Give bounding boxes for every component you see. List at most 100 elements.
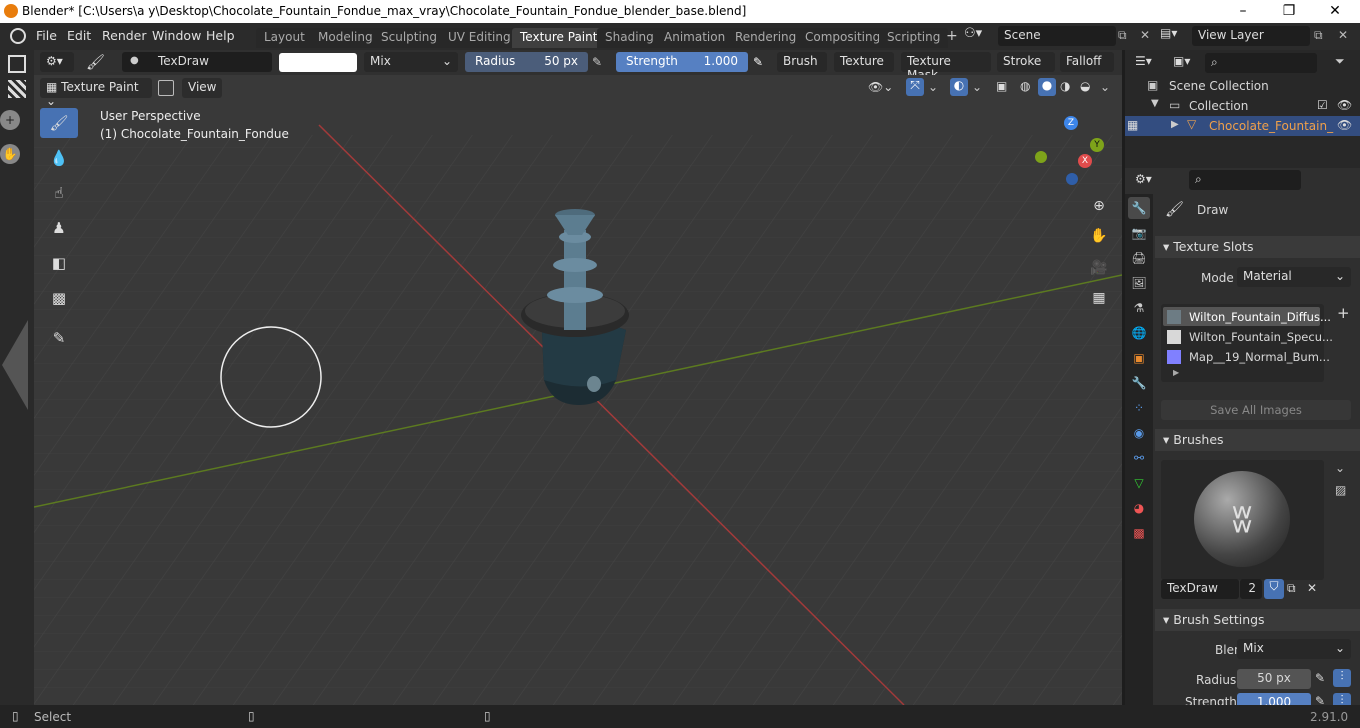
gizmo-toggle-icon[interactable]: ⤧ — [906, 78, 924, 96]
save-all-images-button[interactable]: Save All Images — [1161, 400, 1351, 420]
new-view-layer-icon[interactable]: ⧉ — [1314, 28, 1323, 43]
fake-user-icon[interactable]: ⛉ — [1264, 579, 1284, 599]
tab-animation[interactable]: Animation — [656, 28, 734, 48]
add-slot-icon[interactable]: + — [1337, 304, 1350, 322]
gizmo-neg-y[interactable] — [1035, 151, 1047, 163]
texture-mask-menu[interactable]: Texture Mask ⌄ — [901, 52, 991, 82]
tab-compositing[interactable]: Compositing — [797, 28, 889, 48]
clone-tool-icon[interactable]: ♟ — [40, 213, 78, 243]
tab-sculpting[interactable]: Sculpting — [373, 28, 446, 48]
tab-scripting[interactable]: Scripting — [879, 28, 949, 48]
strength-pressure-icon[interactable]: ✎ — [753, 55, 763, 69]
duplicate-brush-icon[interactable]: ⧉ — [1287, 581, 1296, 596]
shading-dropdown-icon[interactable]: ⌄ — [1100, 80, 1110, 94]
mode-icon[interactable] — [8, 55, 26, 73]
scene-tab-icon[interactable]: ⚗ — [1128, 297, 1150, 319]
material-tab-icon[interactable]: ◕ — [1128, 497, 1150, 519]
outliner-row-object[interactable]: ▦ ▶ ▽ Chocolate_Fountain_ 👁 — [1125, 116, 1360, 136]
brushes-panel-header[interactable]: ▾ Brushes — [1155, 429, 1360, 451]
radius-pressure-icon[interactable]: ✎ — [592, 55, 602, 69]
strength-slider[interactable]: Strength 1.000 — [616, 52, 748, 72]
add-icon[interactable]: + — [0, 110, 20, 130]
navigation-gizmo[interactable]: Z Y X — [1024, 113, 1114, 193]
slot-item-diffuse[interactable]: Wilton_Fountain_Diffus... — [1163, 307, 1331, 326]
view-layer-tab-icon[interactable]: 🖼 — [1128, 272, 1150, 294]
texture-tab-icon[interactable]: ▩ — [1128, 522, 1150, 544]
menu-window[interactable]: Window — [152, 28, 201, 43]
radius-unit-icon[interactable]: ⫶ — [1333, 669, 1351, 687]
stroke-menu[interactable]: Stroke ⌄ — [997, 52, 1055, 82]
view-menu[interactable]: View — [182, 78, 222, 98]
checker-icon[interactable] — [8, 80, 26, 98]
texture-slot-list[interactable]: Wilton_Fountain_Diffus... Wilton_Fountai… — [1161, 304, 1333, 382]
data-tab-icon[interactable]: ▽ — [1128, 472, 1150, 494]
render-tab-icon[interactable]: 📷 — [1128, 222, 1150, 244]
modifier-tab-icon[interactable]: 🔧 — [1128, 372, 1150, 394]
hand-icon[interactable]: ✋ — [0, 144, 20, 164]
tool-settings-dropdown[interactable]: ⚙▾ — [40, 52, 74, 72]
object-expand-icon[interactable]: ▶ — [1171, 119, 1179, 130]
particles-tab-icon[interactable]: ⁘ — [1128, 397, 1150, 419]
radius-slider[interactable]: Radius 50 px — [465, 52, 588, 72]
slot-mode-dropdown[interactable]: Material ⌄ — [1237, 267, 1351, 287]
brush-list-expand-icon[interactable]: ⌄ — [1335, 461, 1345, 475]
slot-item-specular[interactable]: Wilton_Fountain_Specu... — [1163, 327, 1333, 346]
xray-icon[interactable]: ▣ — [996, 79, 1007, 93]
world-tab-icon[interactable]: 🌐 — [1128, 322, 1150, 344]
falloff-menu[interactable]: Falloff ⌄ — [1060, 52, 1114, 82]
tab-shading[interactable]: Shading — [597, 28, 662, 48]
minimize-icon[interactable]: – — [1220, 0, 1266, 23]
output-tab-icon[interactable]: 🖨 — [1128, 247, 1150, 269]
rendered-shading-icon[interactable]: ◒ — [1080, 79, 1090, 93]
remove-view-layer-icon[interactable]: ✕ — [1338, 28, 1348, 42]
brush-menu[interactable]: Brush ⌄ — [777, 52, 827, 82]
mode-dropdown[interactable]: ▦ Texture Paint ⌄ — [40, 78, 152, 108]
brush-preview[interactable]: ʬ — [1161, 460, 1324, 580]
tab-uv-editing[interactable]: UV Editing — [440, 28, 519, 48]
collection-checkbox-icon[interactable]: ☑ — [1317, 98, 1328, 112]
add-workspace-icon[interactable]: + — [946, 28, 958, 44]
visibility-icon[interactable]: 👁⌄ — [868, 80, 893, 94]
material-shading-icon[interactable]: ◑ — [1060, 79, 1070, 93]
new-scene-icon[interactable]: ⧉ — [1118, 28, 1127, 43]
tab-modeling[interactable]: Modeling — [310, 28, 381, 48]
list-expand-icon[interactable]: ▶ — [1173, 368, 1179, 377]
tool-tab-icon[interactable]: 🔧 — [1128, 197, 1150, 219]
collection-eye-icon[interactable]: 👁 — [1337, 98, 1352, 112]
zoom-icon[interactable]: ⊕ — [1086, 193, 1112, 219]
texture-paint-mode-icon[interactable]: ▦ — [1127, 118, 1138, 132]
filter-icon[interactable]: ⏷ — [1335, 54, 1345, 69]
collapse-region-icon[interactable] — [2, 320, 28, 410]
brush-blend-dropdown[interactable]: Mix ⌄ — [1237, 639, 1351, 659]
perspective-toggle-icon[interactable]: ▦ — [1086, 285, 1112, 311]
tab-layout[interactable]: Layout — [256, 28, 313, 48]
brush-name-field[interactable]: TexDraw — [1161, 579, 1239, 599]
brush-radius-field[interactable]: 50 px — [1237, 669, 1311, 689]
brush-color-swatch[interactable] — [279, 53, 357, 72]
gizmo-z[interactable]: Z — [1064, 116, 1078, 130]
mask-toggle-icon[interactable] — [158, 80, 174, 96]
menu-edit[interactable]: Edit — [67, 28, 91, 43]
blend-dropdown[interactable]: Mix ⌄ — [364, 52, 458, 72]
texture-menu[interactable]: Texture ⌄ — [834, 52, 894, 82]
wireframe-shading-icon[interactable]: ◍ — [1020, 79, 1030, 93]
object-tab-icon[interactable]: ▣ — [1128, 347, 1150, 369]
3d-viewport[interactable]: User Perspective (1) Chocolate_Fountain_… — [34, 75, 1122, 705]
remove-scene-icon[interactable]: ✕ — [1140, 28, 1150, 42]
menu-file[interactable]: File — [36, 28, 57, 43]
physics-tab-icon[interactable]: ◉ — [1128, 422, 1150, 444]
collection-expand-icon[interactable]: ▼ — [1151, 98, 1159, 109]
view-layer-icon[interactable]: ▤▾ — [1160, 26, 1190, 46]
fill-tool-icon[interactable]: ◧ — [40, 248, 78, 278]
gizmo-x[interactable]: X — [1078, 154, 1092, 168]
camera-icon[interactable]: 🎥 — [1086, 255, 1112, 281]
close-icon[interactable]: ✕ — [1312, 0, 1358, 23]
outliner-search-input[interactable]: ⌕ — [1205, 53, 1317, 73]
properties-editor-icon[interactable]: ⚙▾ — [1135, 172, 1152, 186]
gizmo-neg-z[interactable] — [1066, 173, 1078, 185]
pan-icon[interactable]: ✋ — [1086, 223, 1112, 249]
smear-tool-icon[interactable]: ☝ — [40, 178, 78, 208]
slot-item-normal[interactable]: Map__19_Normal_Bum... — [1163, 347, 1330, 366]
mask-tool-icon[interactable]: ▩ — [40, 283, 78, 313]
menu-help[interactable]: Help — [206, 28, 235, 43]
